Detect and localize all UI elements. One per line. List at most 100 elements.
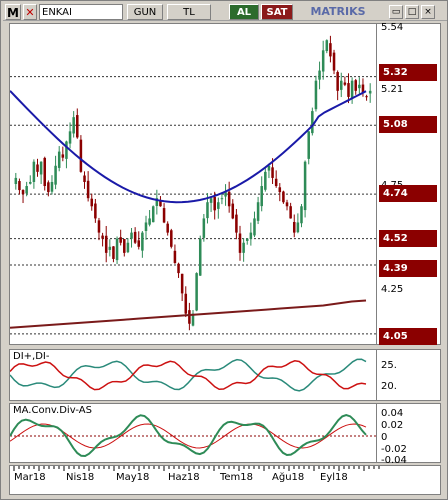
candle-body (314, 80, 318, 110)
toolbar: M ✕ ENKAI GUN TL AL SAT MATRIKS ▭ □ × (3, 3, 447, 21)
candle-body (25, 186, 28, 194)
dmi-panel[interactable]: DI+,DI- (9, 349, 377, 401)
candle-body (336, 72, 339, 91)
candle-body (339, 80, 343, 90)
price-level-box: 4.74 (379, 185, 437, 202)
macd-axis: 0.04 0.02 0 -0.02 -0.04 (377, 403, 441, 466)
candle-body (54, 165, 57, 185)
date-label: Mar18 (14, 472, 46, 483)
dmi-chart (10, 358, 367, 392)
candle-body (303, 161, 307, 211)
candle-body (47, 182, 50, 193)
close-chart-icon[interactable]: ✕ (23, 4, 37, 20)
candle-body (253, 218, 256, 236)
symbol-field[interactable]: ENKAI (39, 4, 123, 20)
candle-body (318, 70, 321, 80)
price-level-label: 4.25 (381, 284, 404, 295)
long-moving-average-line (10, 299, 367, 329)
candle-body (256, 202, 260, 221)
candle-body (104, 235, 108, 253)
candle-body (29, 181, 32, 184)
candle-body (332, 52, 336, 71)
candle-body (137, 240, 141, 247)
price-level-box: 4.05 (379, 328, 437, 345)
close-window-icon[interactable]: × (421, 5, 435, 19)
moving-average-line (10, 90, 367, 204)
candle-body (292, 221, 296, 233)
candle-body (173, 250, 177, 263)
candle-body (350, 80, 354, 99)
macd-axis-label: 0.04 (381, 408, 404, 419)
date-label: May18 (116, 472, 150, 483)
candle-body (39, 161, 43, 175)
price-level-box: 4.52 (379, 230, 437, 247)
candle-body (209, 198, 213, 203)
dmi-axis-label: 25. (381, 360, 397, 371)
price-level-label: 5.21 (381, 84, 404, 95)
candle-body (119, 237, 122, 243)
date-axis: Mar18 Nis18 May18 Haz18 Tem18 Ağu18 Eyl1… (9, 465, 441, 495)
chart-window: M ✕ ENKAI GUN TL AL SAT MATRIKS ▭ □ × 5.… (0, 0, 448, 500)
price-level-box: 5.32 (379, 64, 437, 81)
maximize-icon[interactable]: □ (405, 5, 419, 19)
macd-line (10, 413, 367, 457)
candle-body (198, 238, 202, 276)
price-chart-panel[interactable] (9, 23, 377, 345)
candle-body (260, 186, 263, 207)
macd-axis-label: 0 (381, 432, 388, 443)
candle-body (14, 177, 18, 184)
candle-body (180, 273, 184, 294)
period-button[interactable]: GUN (127, 4, 163, 20)
candle-body (195, 273, 198, 311)
candle-body (94, 203, 97, 219)
candle-body (159, 201, 162, 207)
currency-button[interactable]: TL (167, 4, 211, 20)
candle-body (282, 191, 285, 203)
candle-body (36, 164, 39, 172)
candle-body (249, 232, 253, 239)
candle-body (144, 222, 148, 232)
candle-body (115, 238, 119, 261)
buy-button[interactable]: AL (229, 4, 259, 20)
candle-body (307, 131, 310, 159)
candle-body (43, 157, 47, 187)
candle-body (112, 246, 115, 259)
candle-body (32, 161, 36, 182)
date-label: Haz18 (168, 472, 200, 483)
candle-body (170, 230, 173, 247)
date-label: Eyl18 (320, 472, 348, 483)
candle-body (368, 90, 372, 94)
candle-body (123, 239, 126, 253)
candle-body (57, 151, 61, 168)
candle-body (227, 191, 231, 207)
candle-body (274, 178, 278, 187)
candle-body (126, 242, 130, 253)
candle-body (365, 96, 368, 98)
candle-body (285, 202, 289, 207)
candle-body (202, 218, 206, 238)
candle-body (188, 310, 191, 324)
price-level-box: 4.39 (379, 260, 437, 277)
candle-body (90, 198, 94, 207)
sell-button[interactable]: SAT (261, 4, 293, 20)
candle-body (235, 214, 238, 233)
candle-body (220, 198, 224, 200)
candle-body (354, 80, 357, 91)
candle-body (231, 203, 235, 219)
candle-body (300, 206, 303, 224)
candle-body (329, 43, 332, 57)
candle-body (50, 181, 54, 192)
candle-body (358, 84, 361, 89)
price-level-box: 5.08 (379, 116, 437, 133)
minimize-icon[interactable]: ▭ (389, 5, 403, 19)
price-axis: 5.54 5.32 5.21 5.08 4.75 4.74 4.52 4.39 … (377, 22, 441, 345)
candle-body (108, 246, 112, 250)
menu-button[interactable]: M (5, 4, 21, 20)
candle-body (206, 202, 209, 219)
date-label: Tem18 (220, 472, 254, 483)
candle-body (72, 117, 75, 134)
candle-body (264, 171, 267, 190)
candle-body (130, 232, 133, 239)
candle-body (76, 115, 79, 138)
macd-panel[interactable]: MA.Conv.Div-AS (9, 403, 377, 463)
